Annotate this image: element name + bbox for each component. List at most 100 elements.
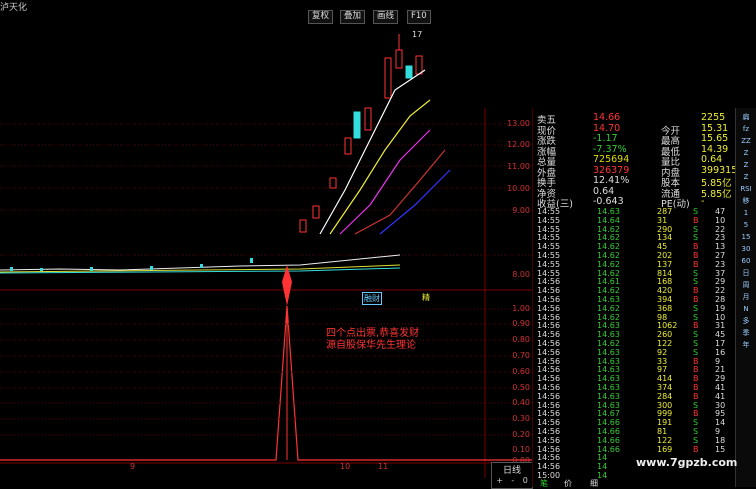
zoom-out-button[interactable]: - <box>511 476 514 485</box>
tick-cell: 45 <box>657 242 668 252</box>
tick-cell: 14.66 <box>597 418 620 428</box>
period-box[interactable]: 日线 + - 0 <box>491 462 533 489</box>
tick-cell: 122 <box>657 339 673 348</box>
tick-cell: 37 <box>715 268 726 278</box>
quote-value: -7.37% <box>593 143 627 155</box>
tab-bi[interactable]: 笔 <box>540 478 548 489</box>
tick-cell: 22 <box>715 224 726 234</box>
tick-cell: 31 <box>657 215 668 225</box>
tick-cell: S <box>693 233 699 243</box>
tick-cell: 28 <box>715 295 726 304</box>
tick-cell: B <box>693 251 699 260</box>
tab-jia[interactable]: 价 <box>564 478 572 489</box>
tab-xi[interactable]: 细 <box>590 478 598 489</box>
quote-value-right: 14.39 <box>701 143 729 155</box>
side-toolbar-item[interactable]: Z <box>738 148 754 159</box>
indicator-tick: 0.80 <box>512 335 530 344</box>
tick-cell: B <box>693 259 699 269</box>
side-toolbar-item[interactable]: 日 <box>738 268 754 279</box>
tick-cell: 14.62 <box>597 312 620 322</box>
side-toolbar-item[interactable]: Z <box>738 160 754 171</box>
side-toolbar-item[interactable]: 移 <box>738 196 754 207</box>
tick-cell: 14 <box>715 418 726 428</box>
tick-cell: 14:56 <box>537 312 561 322</box>
tick-row: 14:56 14.63 394 B 28 <box>533 296 736 304</box>
quote-value: 725694 <box>593 154 630 165</box>
tick-cell: 287 <box>657 207 673 216</box>
tick-cell: 14:56 <box>537 286 561 296</box>
tick-cell: 14:56 <box>537 339 561 348</box>
tick-row: 14:56 14.63 260 S 45 <box>533 331 736 339</box>
side-toolbar-item[interactable]: 扁 <box>738 112 754 123</box>
side-toolbar-item[interactable]: 60 <box>738 256 754 267</box>
tick-cell: 29 <box>715 277 726 287</box>
side-toolbar-item[interactable]: 1 <box>738 208 754 219</box>
tag-jing[interactable]: 精 <box>422 292 430 303</box>
quote-row: 总量 725694 量比 0.64 <box>533 154 736 168</box>
reset-zoom-button[interactable]: 0 <box>523 476 528 485</box>
side-toolbar-item[interactable]: 月 <box>738 292 754 303</box>
tick-cell: 41 <box>715 383 726 392</box>
quote-row: 外盘 326379 内盘 399315 <box>533 165 737 179</box>
side-toolbar-item[interactable]: 多 <box>738 316 754 327</box>
tick-cell: 41 <box>715 391 726 401</box>
annotation-text: 四个点出票,恭喜发财 源自股保华先生理论 <box>326 328 419 352</box>
tick-cell: 14:56 <box>537 330 561 340</box>
side-toolbar-item[interactable]: 30 <box>738 244 754 255</box>
tick-row: 14:56 14.62 368 S 19 <box>533 303 736 313</box>
tick-cell: 29 <box>715 374 726 384</box>
side-toolbar-item[interactable]: fz <box>738 124 754 135</box>
tick-cell: 14:56 <box>537 383 561 392</box>
tick-cell: 14.61 <box>597 277 620 287</box>
side-toolbar-item[interactable]: 季 <box>738 328 754 339</box>
quote-value-right: 15.31 <box>701 122 729 134</box>
side-toolbar-item[interactable]: 周 <box>738 280 754 291</box>
tick-cell: 16 <box>715 347 726 357</box>
tick-cell: 98 <box>657 312 668 322</box>
tick-row: 14:55 14.62 814 S 37 <box>533 268 736 278</box>
tick-cell: 14:56 <box>537 418 561 428</box>
tick-cell: 14.66 <box>597 427 620 436</box>
tick-cell: 14.62 <box>597 242 620 252</box>
indicator-tick: 1.00 <box>512 304 530 313</box>
indicator-tick: 0.10 <box>512 445 530 454</box>
tick-cell: 14:55 <box>537 215 561 225</box>
side-toolbar-item[interactable]: 15 <box>738 232 754 243</box>
tick-row: 14:56 14.63 97 B 21 <box>533 366 736 374</box>
kline-chart[interactable] <box>0 20 532 478</box>
tick-cell: 420 <box>657 286 673 296</box>
tick-row: 14:56 14.66 191 S 14 <box>533 419 736 427</box>
watermark-text: www.7gpzb.com <box>636 456 738 469</box>
tick-cell: S <box>693 400 699 410</box>
date-tick: 11 <box>378 462 389 471</box>
price-tick: 9.00 <box>512 206 530 215</box>
zoom-in-button[interactable]: + <box>496 476 503 485</box>
tick-cell: 290 <box>657 224 673 234</box>
tag-rongcai[interactable]: 融财 <box>362 292 382 305</box>
tick-cell: 14:56 <box>537 391 561 401</box>
side-toolbar-item[interactable]: N <box>738 304 754 315</box>
tick-cell: 31 <box>715 321 726 331</box>
price-tick: 13.00 <box>507 119 530 128</box>
quote-value-right: 0.64 <box>701 154 723 165</box>
side-toolbar-item[interactable]: Z <box>738 172 754 183</box>
tick-cell: 27 <box>715 251 726 260</box>
tick-cell: 368 <box>657 303 673 313</box>
tick-cell: 95 <box>715 409 726 419</box>
tick-cell: S <box>693 207 699 216</box>
side-toolbar-item[interactable]: ZZ <box>738 136 754 147</box>
side-toolbar-item[interactable]: 年 <box>738 340 754 351</box>
tick-cell: 33 <box>657 356 668 366</box>
side-toolbar-item[interactable]: 5 <box>738 220 754 231</box>
tick-cell: S <box>693 435 699 445</box>
tick-cell: S <box>693 427 699 436</box>
tick-cell: 14.63 <box>597 330 620 340</box>
peak-price-label: 17 <box>412 30 423 39</box>
tick-row: 14:56 14.66 169 B 15 <box>533 445 736 454</box>
tick-cell: 14.62 <box>597 286 620 296</box>
side-toolbar-item[interactable]: RSI <box>738 184 754 195</box>
tick-cell: 45 <box>715 330 726 340</box>
tick-cell: 14:56 <box>537 453 561 463</box>
tick-cell: 14.66 <box>597 435 620 445</box>
tick-cell: 92 <box>657 347 668 357</box>
